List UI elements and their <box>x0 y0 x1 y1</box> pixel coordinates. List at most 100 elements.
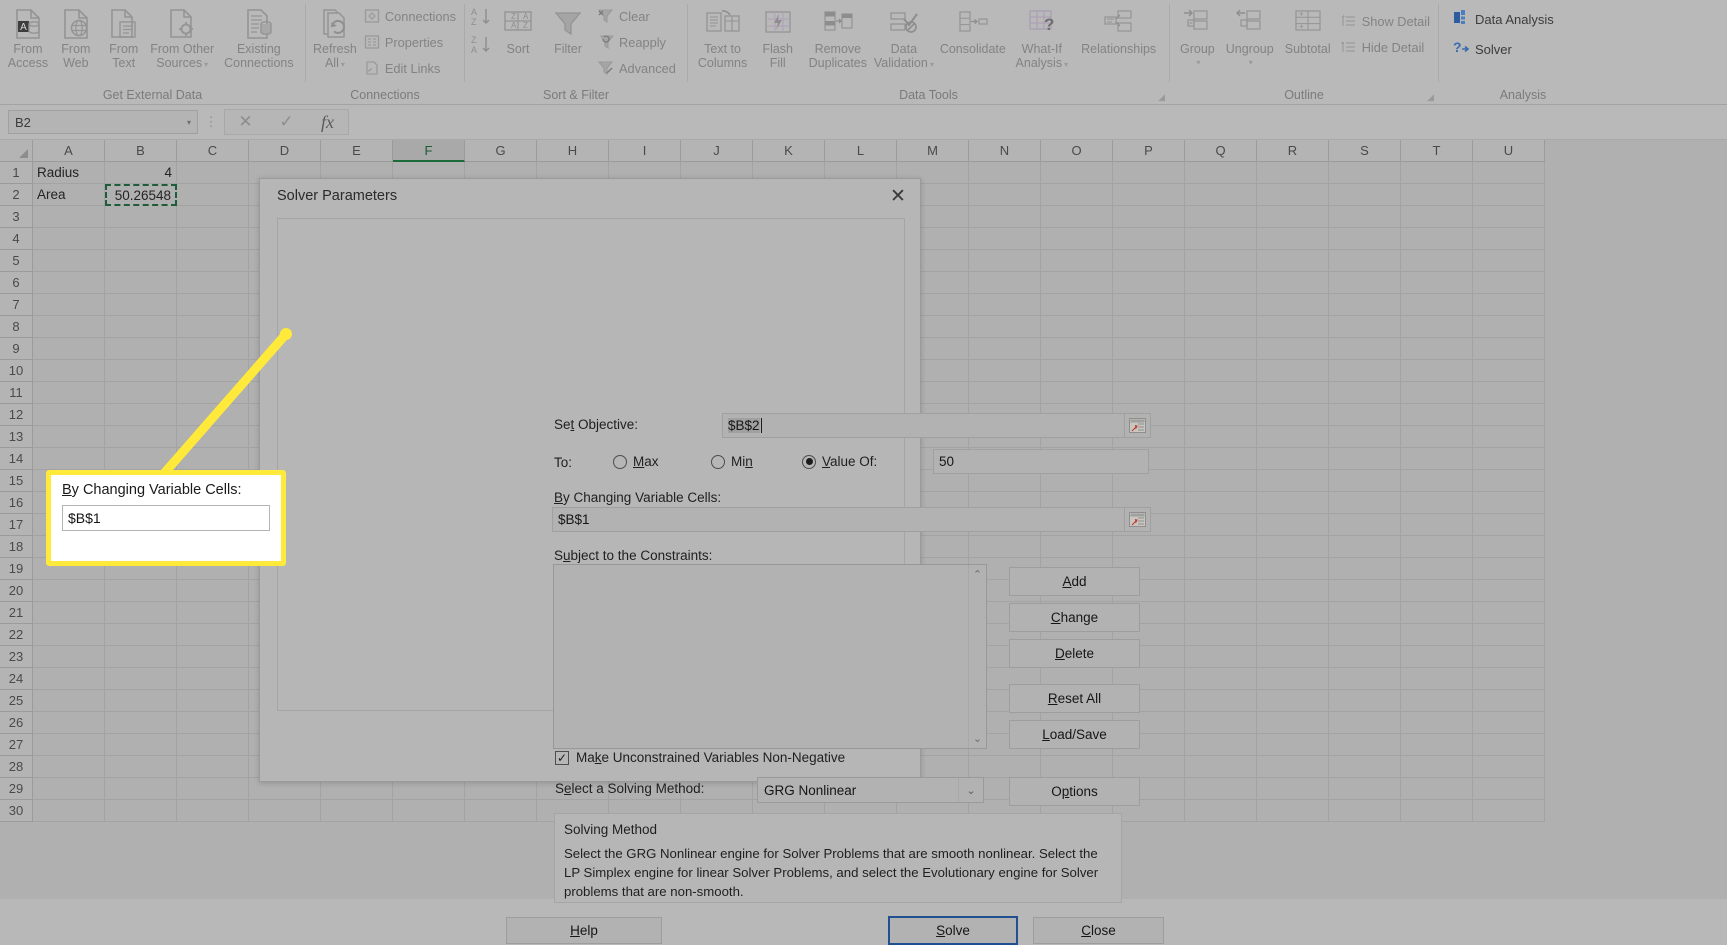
cell-Q17[interactable] <box>1185 514 1257 536</box>
cell-R2[interactable] <box>1257 184 1329 206</box>
cell-R9[interactable] <box>1257 338 1329 360</box>
cell-Q27[interactable] <box>1185 734 1257 756</box>
cell-Q1[interactable] <box>1185 162 1257 184</box>
cell-R3[interactable] <box>1257 206 1329 228</box>
cell-B25[interactable] <box>105 690 177 712</box>
change-constraint-button[interactable]: Change <box>1009 603 1140 632</box>
cell-S23[interactable] <box>1329 646 1401 668</box>
cell-N8[interactable] <box>969 316 1041 338</box>
cell-S14[interactable] <box>1329 448 1401 470</box>
cell-C2[interactable] <box>177 184 249 206</box>
cell-R17[interactable] <box>1257 514 1329 536</box>
column-header-E[interactable]: E <box>321 140 393 162</box>
cell-Q26[interactable] <box>1185 712 1257 734</box>
cell-S2[interactable] <box>1329 184 1401 206</box>
row-header-11[interactable]: 11 <box>0 382 33 404</box>
reset-all-button[interactable]: Reset All <box>1009 684 1140 713</box>
cell-U8[interactable] <box>1473 316 1545 338</box>
cell-R13[interactable] <box>1257 426 1329 448</box>
cell-S16[interactable] <box>1329 492 1401 514</box>
cell-C21[interactable] <box>177 602 249 624</box>
cell-R25[interactable] <box>1257 690 1329 712</box>
cell-R11[interactable] <box>1257 382 1329 404</box>
cell-T22[interactable] <box>1401 624 1473 646</box>
cell-Q14[interactable] <box>1185 448 1257 470</box>
cell-N9[interactable] <box>969 338 1041 360</box>
cell-T2[interactable] <box>1401 184 1473 206</box>
cell-Q29[interactable] <box>1185 778 1257 800</box>
cell-A30[interactable] <box>33 800 105 822</box>
cell-S27[interactable] <box>1329 734 1401 756</box>
cell-S3[interactable] <box>1329 206 1401 228</box>
chevron-down-icon[interactable]: ⌄ <box>958 778 983 802</box>
cell-S24[interactable] <box>1329 668 1401 690</box>
cell-C26[interactable] <box>177 712 249 734</box>
cell-C25[interactable] <box>177 690 249 712</box>
cell-P28[interactable] <box>1113 756 1185 778</box>
cell-Q19[interactable] <box>1185 558 1257 580</box>
cell-A24[interactable] <box>33 668 105 690</box>
dialog-launcher-icon[interactable]: ◢ <box>1427 92 1434 103</box>
cell-P3[interactable] <box>1113 206 1185 228</box>
cell-S20[interactable] <box>1329 580 1401 602</box>
cell-A2[interactable]: Area <box>33 184 105 206</box>
solve-button[interactable]: Solve <box>888 916 1018 945</box>
cell-S15[interactable] <box>1329 470 1401 492</box>
cell-S22[interactable] <box>1329 624 1401 646</box>
cell-S19[interactable] <box>1329 558 1401 580</box>
row-header-24[interactable]: 24 <box>0 668 33 690</box>
cell-C12[interactable] <box>177 404 249 426</box>
column-header-T[interactable]: T <box>1401 140 1473 162</box>
cell-Q9[interactable] <box>1185 338 1257 360</box>
ribbon-button-edit-links[interactable]: Edit Links <box>360 55 460 81</box>
solving-method-dropdown[interactable]: GRG Nonlinear ⌄ <box>757 777 984 803</box>
row-header-5[interactable]: 5 <box>0 250 33 272</box>
cell-N6[interactable] <box>969 272 1041 294</box>
cell-A10[interactable] <box>33 360 105 382</box>
cell-U5[interactable] <box>1473 250 1545 272</box>
cell-C6[interactable] <box>177 272 249 294</box>
cell-U24[interactable] <box>1473 668 1545 690</box>
cell-S13[interactable] <box>1329 426 1401 448</box>
cell-T21[interactable] <box>1401 602 1473 624</box>
cell-B30[interactable] <box>105 800 177 822</box>
ribbon-button-what-if-analysis[interactable]: ? What-If Analysis ▾ <box>1011 2 1072 72</box>
cell-O10[interactable] <box>1041 360 1113 382</box>
cell-O28[interactable] <box>1041 756 1113 778</box>
cell-U6[interactable] <box>1473 272 1545 294</box>
cell-B29[interactable] <box>105 778 177 800</box>
ribbon-button-subtotal[interactable]: + + Subtotal <box>1279 2 1337 57</box>
cell-R19[interactable] <box>1257 558 1329 580</box>
cell-O5[interactable] <box>1041 250 1113 272</box>
cell-T28[interactable] <box>1401 756 1473 778</box>
ribbon-button-refresh-all[interactable]: Refresh All ▾ <box>310 2 360 72</box>
cell-R27[interactable] <box>1257 734 1329 756</box>
cell-S26[interactable] <box>1329 712 1401 734</box>
cell-R29[interactable] <box>1257 778 1329 800</box>
cell-Q5[interactable] <box>1185 250 1257 272</box>
cell-U28[interactable] <box>1473 756 1545 778</box>
cell-O7[interactable] <box>1041 294 1113 316</box>
cell-O11[interactable] <box>1041 382 1113 404</box>
cell-O3[interactable] <box>1041 206 1113 228</box>
cell-T11[interactable] <box>1401 382 1473 404</box>
cell-A26[interactable] <box>33 712 105 734</box>
row-header-17[interactable]: 17 <box>0 514 33 536</box>
cell-G30[interactable] <box>465 800 537 822</box>
cell-U27[interactable] <box>1473 734 1545 756</box>
cell-Q25[interactable] <box>1185 690 1257 712</box>
formula-bar-handle[interactable]: ⋮ <box>198 114 224 130</box>
cell-A22[interactable] <box>33 624 105 646</box>
cell-R14[interactable] <box>1257 448 1329 470</box>
cell-N1[interactable] <box>969 162 1041 184</box>
cell-Q10[interactable] <box>1185 360 1257 382</box>
cell-U30[interactable] <box>1473 800 1545 822</box>
cell-B5[interactable] <box>105 250 177 272</box>
cell-R12[interactable] <box>1257 404 1329 426</box>
cell-T1[interactable] <box>1401 162 1473 184</box>
cell-P6[interactable] <box>1113 272 1185 294</box>
cell-B4[interactable] <box>105 228 177 250</box>
chevron-down-icon[interactable]: ▾ <box>187 118 191 127</box>
cell-Q23[interactable] <box>1185 646 1257 668</box>
options-button[interactable]: Options <box>1009 777 1140 806</box>
